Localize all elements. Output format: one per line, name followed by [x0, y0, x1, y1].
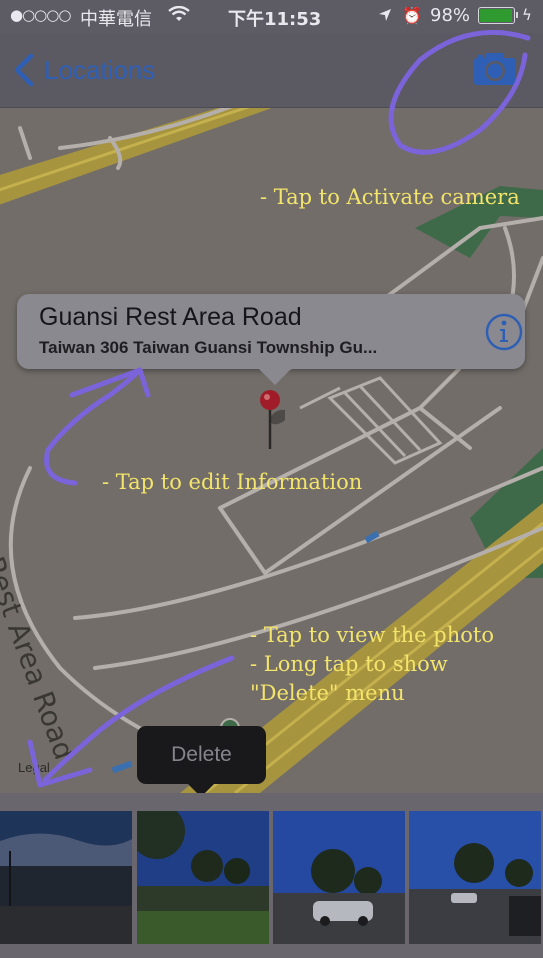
status-bar: ●○○○○ 中華電信 下午11:53 ⏰ 98% ϟ [0, 0, 543, 33]
delete-menu[interactable]: Delete [137, 726, 266, 797]
screen: ●○○○○ 中華電信 下午11:53 ⏰ 98% ϟ Locations Gua… [0, 0, 543, 958]
chevron-left-icon [14, 53, 34, 87]
callout-subtitle: Taiwan 306 Taiwan Guansi Township Gu... [39, 338, 378, 357]
annotation-camera-hint: - Tap to Activate camera [260, 185, 520, 209]
photo-thumbnail[interactable] [137, 811, 269, 944]
callout-title: Guansi Rest Area Road [39, 303, 302, 331]
highway-top [0, 108, 272, 205]
back-button-label: Locations [44, 54, 156, 85]
charging-icon: ϟ [522, 6, 532, 24]
back-button[interactable]: Locations [12, 50, 155, 90]
camera-icon[interactable] [472, 51, 518, 87]
photo-thumbnail[interactable] [273, 811, 405, 944]
photo-thumbnail[interactable] [0, 811, 132, 944]
annotation-photo-hint-3: "Delete" menu [250, 681, 405, 705]
carrier-name: 中華電信 [80, 9, 152, 30]
battery-percent: 98% [430, 5, 471, 26]
alarm-icon: ⏰ [402, 6, 422, 25]
photo-image [0, 811, 132, 944]
legal-link[interactable]: Legal [18, 760, 50, 775]
clock: 下午11:53 [228, 9, 322, 30]
annotation-info-hint: - Tap to edit Information [102, 470, 363, 494]
delete-menu-label: Delete [171, 743, 232, 766]
signal-strength: ●○○○○ [10, 6, 71, 24]
info-icon[interactable] [484, 312, 524, 352]
location-arrow-icon [379, 9, 391, 21]
navigation-bar: Locations [0, 33, 543, 108]
map-pin-icon[interactable] [259, 389, 285, 455]
battery-icon [478, 7, 518, 24]
wifi-icon [168, 6, 190, 21]
photo-image [273, 811, 405, 944]
photo-strip [0, 793, 543, 958]
photo-image [409, 811, 541, 944]
photo-thumbnail[interactable] [409, 811, 541, 944]
annotation-photo-hint-1: - Tap to view the photo [250, 623, 494, 647]
location-callout[interactable]: Guansi Rest Area Road Taiwan 306 Taiwan … [17, 294, 525, 385]
photo-image [137, 811, 269, 944]
annotation-photo-hint-2: - Long tap to show [250, 652, 448, 676]
battery-fill [480, 9, 513, 22]
